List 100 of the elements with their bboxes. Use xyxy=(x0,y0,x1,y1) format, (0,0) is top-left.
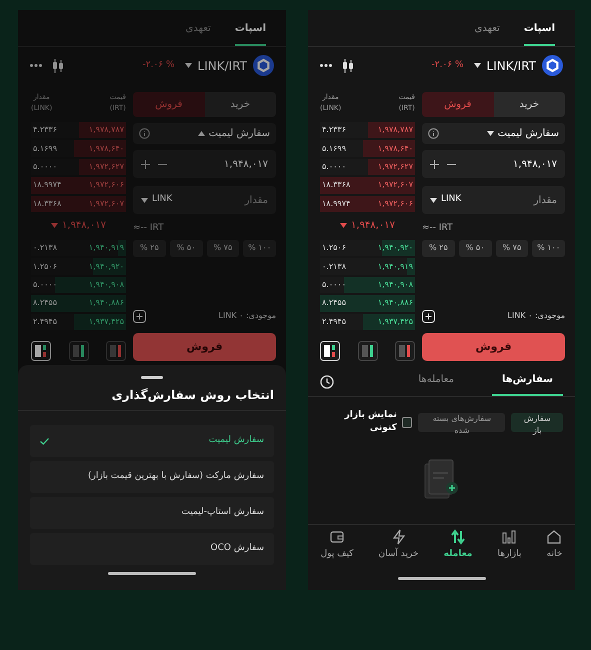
order-price: ۱,۹۷۸,۷۸۷ xyxy=(378,124,414,136)
percent-button[interactable]: ۵۰ % xyxy=(170,240,202,256)
coin-logo-icon xyxy=(253,55,274,76)
order-price: ۱,۹۴۰,۹۲۰ xyxy=(378,242,414,254)
candlestick-icon[interactable] xyxy=(52,58,64,72)
bar-chart-icon xyxy=(501,529,518,546)
percent-button[interactable]: ۱۰۰ % xyxy=(243,240,276,256)
order-amount: ۱۸.۳۳۶۸ xyxy=(32,198,62,210)
down-arrow-icon xyxy=(340,223,348,228)
pair-name[interactable]: LINK/IRT xyxy=(198,56,247,74)
side-tab[interactable]: فروش xyxy=(422,92,494,117)
order-type-option[interactable]: سفارش OCO xyxy=(30,533,274,565)
caret-icon xyxy=(474,63,481,68)
caret-icon xyxy=(430,198,437,202)
order-price: ۱,۹۴۰,۸۸۶ xyxy=(88,297,125,310)
price-change: -۲.۰۶ % xyxy=(142,58,175,72)
candlestick-icon[interactable] xyxy=(342,58,354,72)
order-price: ۱,۹۳۷,۴۲۵ xyxy=(88,316,125,328)
order-price: ۱,۹۴۰,۹۲۰ xyxy=(88,260,125,273)
info-icon[interactable] xyxy=(139,128,150,139)
nav-item[interactable]: خرید آسان xyxy=(378,529,419,562)
unit-select[interactable]: LINK xyxy=(430,193,462,207)
percent-button[interactable]: ۲۵ % xyxy=(133,240,166,256)
price-change: -۲.۰۶ % xyxy=(432,58,464,72)
order-type-option[interactable]: سفارش مارکت (سفارش با بهترین قیمت بازار) xyxy=(30,461,274,493)
sell-button[interactable]: فروش xyxy=(422,332,565,361)
check-icon xyxy=(40,438,49,444)
side-tab[interactable]: خرید xyxy=(494,92,565,117)
wallet-icon xyxy=(329,529,346,546)
irt-estimate: ≈-- IRT xyxy=(133,222,164,235)
order-price: ۱,۹۴۰,۸۸۶ xyxy=(378,297,414,310)
order-amount: ۸.۲۴۵۵ xyxy=(321,297,346,310)
order-price: ۱,۹۴۰,۹۱۹ xyxy=(378,260,414,273)
market-tab[interactable]: تعهدی xyxy=(474,21,500,46)
more-icon[interactable] xyxy=(30,64,42,67)
percent-button[interactable]: ۷۵ % xyxy=(496,240,528,256)
add-icon[interactable] xyxy=(133,310,146,323)
caret-icon xyxy=(141,198,148,202)
filter-chip[interactable]: سفارش‌های بسته شده xyxy=(418,412,506,432)
percent-button[interactable]: ۵۰ % xyxy=(458,240,492,256)
percent-button[interactable]: ۲۵ % xyxy=(422,240,455,256)
order-amount: ۲.۴۹۴۵ xyxy=(321,316,346,328)
history-icon[interactable] xyxy=(320,374,335,390)
percent-button[interactable]: ۷۵ % xyxy=(206,240,240,256)
plus-icon[interactable] xyxy=(430,160,439,168)
order-amount: ۵.۱۶۹۹ xyxy=(32,142,58,155)
order-price: ۱,۹۴۰,۹۰۸ xyxy=(88,278,125,291)
nav-item[interactable]: خانه xyxy=(546,529,562,562)
order-type-select[interactable]: سفارش لیمیت xyxy=(422,123,565,144)
price-field[interactable]: ۱,۹۴۸,۰۱۷ xyxy=(422,150,565,178)
swap-arrows-icon xyxy=(450,529,466,546)
percent-button[interactable]: ۱۰۰ % xyxy=(532,240,565,256)
order-price: ۱,۹۷۸,۷۸۷ xyxy=(88,124,125,136)
last-price: ۱,۹۴۸,۰۱۷ xyxy=(351,219,395,234)
down-arrow-icon xyxy=(51,223,58,228)
orders-tab[interactable]: معامله‌ها xyxy=(408,372,464,396)
last-price: ۱,۹۴۸,۰۱۷ xyxy=(62,219,106,234)
side-tab[interactable]: خرید xyxy=(204,92,276,117)
market-tab[interactable]: اسپات xyxy=(524,21,555,46)
order-price: ۱,۹۳۷,۴۲۵ xyxy=(378,316,414,328)
home-icon xyxy=(546,529,562,546)
order-price: ۱,۹۷۸,۶۴۰ xyxy=(88,142,125,155)
caret-icon xyxy=(184,63,192,68)
order-type-select[interactable]: سفارش لیمیت xyxy=(133,123,276,144)
order-amount: ۵.۱۶۹۹ xyxy=(321,142,346,155)
balance-text: موجودی: LINK ۰ xyxy=(508,310,565,322)
caret-icon xyxy=(198,131,205,136)
sheet-title: انتخاب روش سفارش‌گذاری xyxy=(112,386,274,404)
order-amount: ۱.۲۵۰۶ xyxy=(321,242,346,254)
order-price: ۱,۹۴۰,۹۰۸ xyxy=(378,278,414,291)
order-type-option[interactable]: سفارش استاپ-لیمیت xyxy=(30,497,274,529)
irt-estimate: ≈-- IRT xyxy=(422,222,453,235)
order-price: ۱,۹۷۲,۶۰۷ xyxy=(378,179,414,192)
checkbox[interactable] xyxy=(402,416,412,428)
market-tab[interactable]: اسپات xyxy=(234,21,266,46)
balance-text: موجودی: LINK ۰ xyxy=(218,310,276,322)
order-amount: ۱۸.۹۹۷۴ xyxy=(321,198,350,210)
order-amount: ۵.۰۰۰۰ xyxy=(32,160,58,173)
plus-icon[interactable] xyxy=(141,160,150,168)
order-price: ۱,۹۷۲,۶۲۷ xyxy=(378,160,414,173)
order-amount: ۵.۰۰۰۰ xyxy=(321,278,346,291)
price-field[interactable]: ۱,۹۴۸,۰۱۷ xyxy=(133,150,276,178)
info-icon[interactable] xyxy=(428,128,439,139)
order-price: ۱,۹۷۲,۶۰۷ xyxy=(88,198,125,210)
nav-item[interactable]: معامله xyxy=(444,529,472,562)
order-amount: ۱۸.۹۹۷۴ xyxy=(32,179,62,192)
add-icon[interactable] xyxy=(422,310,435,323)
coin-logo-icon xyxy=(542,55,563,76)
nav-item[interactable]: بازارها xyxy=(497,529,522,562)
order-price: ۱,۹۷۲,۶۰۶ xyxy=(88,179,125,192)
pair-name[interactable]: LINK/IRT xyxy=(486,56,536,74)
nav-item[interactable]: کیف پول xyxy=(320,529,354,562)
layout-icon[interactable] xyxy=(358,340,378,361)
more-icon[interactable] xyxy=(320,64,332,67)
orders-tab[interactable]: سفارش‌ها xyxy=(492,372,563,396)
order-price: ۱,۹۷۲,۶۲۷ xyxy=(88,160,125,173)
unit-select[interactable]: LINK xyxy=(141,193,172,207)
drag-handle[interactable] xyxy=(141,376,163,379)
order-type-option[interactable]: سفارش لیمیت xyxy=(30,425,274,457)
order-price: ۱,۹۴۰,۹۱۹ xyxy=(88,242,125,254)
